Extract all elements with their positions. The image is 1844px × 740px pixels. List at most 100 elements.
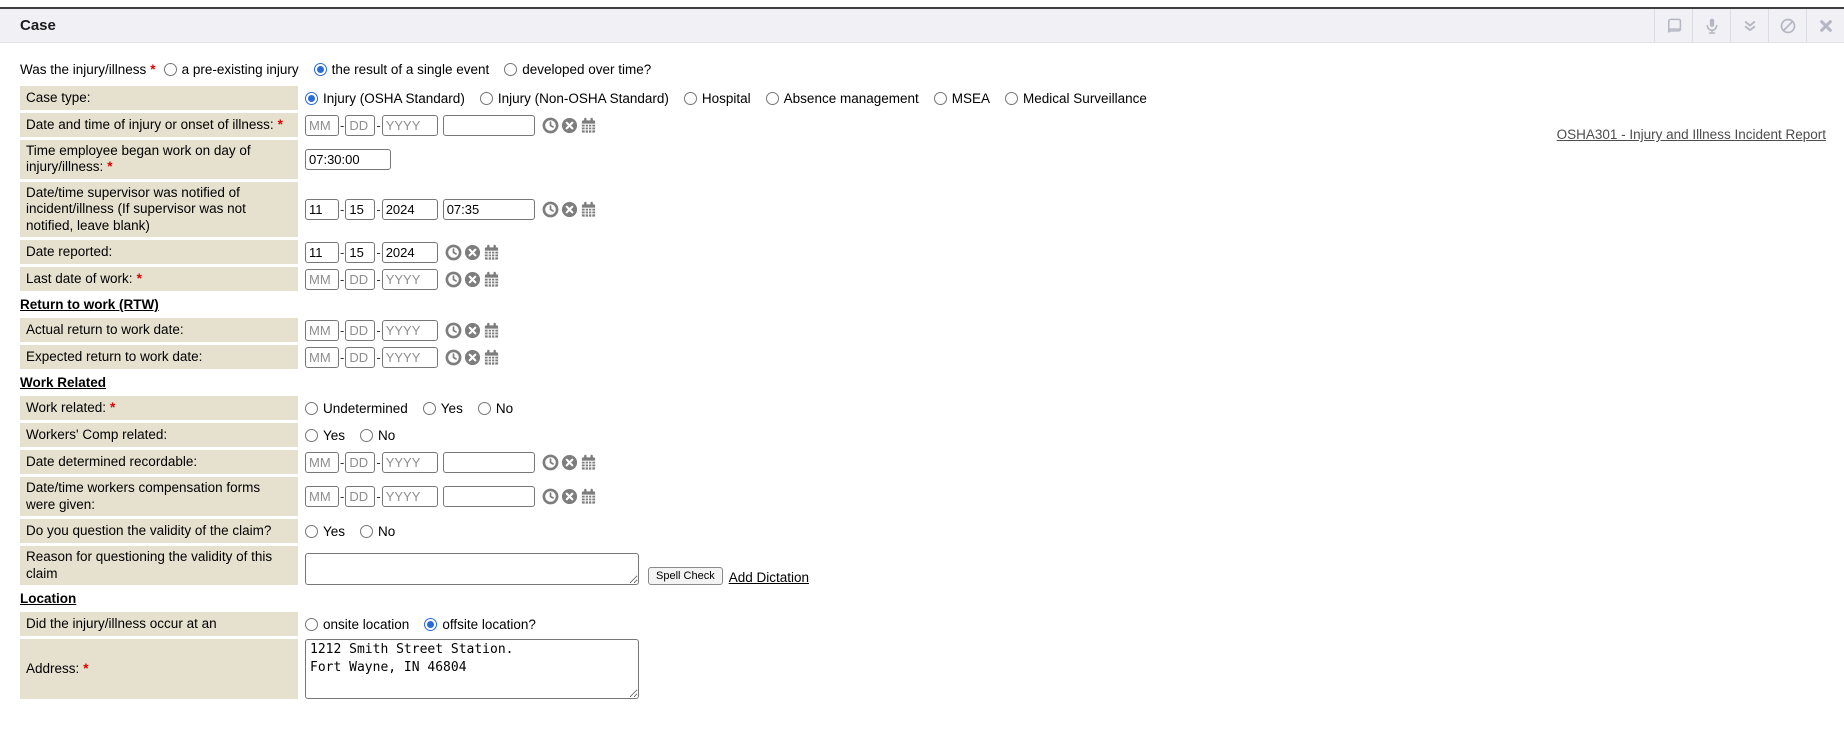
add-dictation-link[interactable]: Add Dictation	[729, 570, 809, 585]
row-reason-validity: Reason for questioning the validity of t…	[20, 546, 1826, 585]
clear-date-button[interactable]	[464, 349, 481, 366]
clear-icon	[464, 271, 481, 288]
radio-undetermined[interactable]: Undetermined	[305, 401, 408, 416]
time-input[interactable]	[443, 486, 535, 507]
time-input[interactable]	[443, 452, 535, 473]
radio-single-event[interactable]: the result of a single event	[314, 62, 490, 77]
radio-icon	[305, 525, 318, 538]
year-input[interactable]	[382, 242, 438, 263]
field-label: Last date of work:*	[20, 267, 298, 291]
month-input[interactable]	[305, 115, 339, 136]
month-input[interactable]	[305, 486, 339, 507]
day-input[interactable]	[345, 347, 375, 368]
year-input[interactable]	[382, 199, 438, 220]
time-picker-button[interactable]	[445, 271, 462, 288]
radio-injury-non-osha-standard[interactable]: Injury (Non-OSHA Standard)	[480, 91, 669, 106]
question-validity-options: Yes No	[305, 519, 410, 543]
year-input[interactable]	[382, 320, 438, 341]
year-input[interactable]	[382, 269, 438, 290]
day-input[interactable]	[345, 242, 375, 263]
radio-validity-no[interactable]: No	[360, 524, 395, 539]
radio-icon	[684, 92, 697, 105]
radio-workers-comp-yes[interactable]: Yes	[305, 428, 345, 443]
required-asterisk: *	[150, 62, 155, 77]
collapse-button[interactable]	[1730, 9, 1768, 42]
radio-workers-comp-no[interactable]: No	[360, 428, 395, 443]
day-input[interactable]	[345, 199, 375, 220]
spell-check-button[interactable]: Spell Check	[648, 567, 723, 585]
month-input[interactable]	[305, 347, 339, 368]
date-picker-button[interactable]	[580, 454, 597, 471]
date-reported-controls: - -	[305, 240, 500, 264]
calendar-icon	[580, 117, 597, 134]
clear-date-button[interactable]	[561, 201, 578, 218]
field-label: Date and time of injury or onset of illn…	[20, 113, 298, 137]
disable-button[interactable]	[1768, 9, 1806, 42]
radio-validity-yes[interactable]: Yes	[305, 524, 345, 539]
radio-developed-over-time[interactable]: developed over time?	[504, 62, 651, 77]
time-picker-button[interactable]	[445, 244, 462, 261]
radio-msea[interactable]: MSEA	[934, 91, 990, 106]
radio-absence-management[interactable]: Absence management	[766, 91, 919, 106]
clear-date-button[interactable]	[561, 454, 578, 471]
row-actual-rtw: Actual return to work date: - -	[20, 318, 1826, 342]
day-input[interactable]	[345, 320, 375, 341]
reason-validity-textarea[interactable]	[305, 553, 639, 585]
clear-date-button[interactable]	[464, 322, 481, 339]
time-picker-button[interactable]	[445, 322, 462, 339]
clear-date-button[interactable]	[464, 271, 481, 288]
clear-date-button[interactable]	[561, 117, 578, 134]
month-input[interactable]	[305, 199, 339, 220]
osha301-report-link[interactable]: OSHA301 - Injury and Illness Incident Re…	[1557, 127, 1826, 142]
month-input[interactable]	[305, 242, 339, 263]
date-picker-button[interactable]	[580, 488, 597, 505]
close-button[interactable]	[1806, 9, 1844, 42]
month-input[interactable]	[305, 320, 339, 341]
close-icon	[1817, 17, 1835, 35]
date-picker-button[interactable]	[580, 201, 597, 218]
day-input[interactable]	[345, 115, 375, 136]
time-picker-button[interactable]	[542, 117, 559, 134]
time-picker-button[interactable]	[542, 454, 559, 471]
time-picker-button[interactable]	[542, 201, 559, 218]
date-picker-button[interactable]	[483, 349, 500, 366]
block-icon	[1779, 17, 1797, 35]
field-label: Actual return to work date:	[20, 318, 298, 342]
day-input[interactable]	[345, 486, 375, 507]
radio-offsite-location[interactable]: offsite location?	[424, 617, 536, 632]
clear-icon	[561, 117, 578, 134]
notebook-button[interactable]	[1654, 9, 1692, 42]
month-input[interactable]	[305, 452, 339, 473]
time-picker-button[interactable]	[445, 349, 462, 366]
time-input[interactable]	[443, 115, 535, 136]
dictation-button[interactable]	[1692, 9, 1730, 42]
clear-date-button[interactable]	[464, 244, 481, 261]
address-textarea[interactable]: 1212 Smith Street Station. Fort Wayne, I…	[305, 639, 639, 699]
day-input[interactable]	[345, 452, 375, 473]
radio-pre-existing-injury[interactable]: a pre-existing injury	[164, 62, 299, 77]
time-began-input[interactable]	[305, 149, 391, 170]
row-time-began-work: Time employee began work on day of injur…	[20, 140, 1826, 179]
field-label: Did the injury/illness occur at an	[20, 612, 298, 636]
radio-onsite-location[interactable]: onsite location	[305, 617, 409, 632]
date-picker-button[interactable]	[580, 117, 597, 134]
month-input[interactable]	[305, 269, 339, 290]
year-input[interactable]	[382, 486, 438, 507]
clear-date-button[interactable]	[561, 488, 578, 505]
time-input[interactable]	[443, 199, 535, 220]
radio-medical-surveillance[interactable]: Medical Surveillance	[1005, 91, 1147, 106]
radio-injury-osha-standard[interactable]: Injury (OSHA Standard)	[305, 91, 465, 106]
year-input[interactable]	[382, 452, 438, 473]
time-picker-button[interactable]	[542, 488, 559, 505]
section-location: Location	[20, 591, 1826, 606]
date-picker-button[interactable]	[483, 271, 500, 288]
radio-work-related-no[interactable]: No	[478, 401, 513, 416]
day-input[interactable]	[345, 269, 375, 290]
radio-work-related-yes[interactable]: Yes	[423, 401, 463, 416]
reason-validity-controls: Spell Check Add Dictation	[305, 546, 809, 585]
year-input[interactable]	[382, 347, 438, 368]
year-input[interactable]	[382, 115, 438, 136]
radio-hospital[interactable]: Hospital	[684, 91, 751, 106]
date-picker-button[interactable]	[483, 322, 500, 339]
date-picker-button[interactable]	[483, 244, 500, 261]
